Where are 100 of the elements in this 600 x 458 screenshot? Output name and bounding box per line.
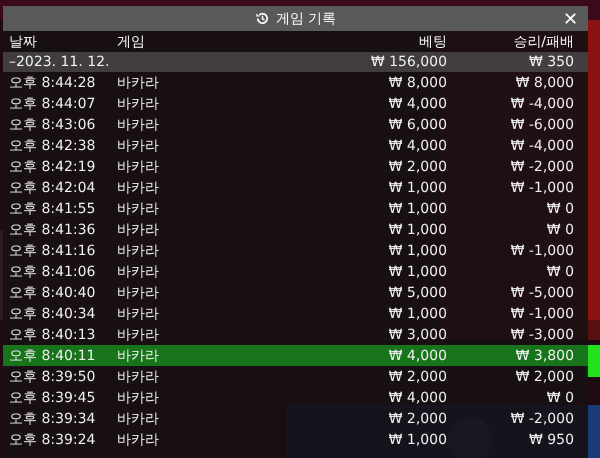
game-cell-text: 바카라 <box>117 74 160 92</box>
table-row[interactable]: 오후 8:44:28 바카라 ₩ 8,000 ₩ 8,000 <box>3 72 588 93</box>
result-cell-text: ₩ -4,000 <box>510 96 574 112</box>
history-icon <box>254 11 270 26</box>
time-cell-text: 오후 8:40:11 <box>9 346 96 364</box>
table-row[interactable]: 오후 8:40:13 바카라 ₩ 3,000 ₩ -3,000 <box>3 324 588 345</box>
table-row[interactable]: 오후 8:42:19 바카라 ₩ 2,000 ₩ -2,000 <box>3 156 588 177</box>
bet-cell-text: ₩ 4,000 <box>388 96 447 112</box>
game-cell-text: 바카라 <box>117 430 160 448</box>
result-cell-text: ₩ -4,000 <box>510 138 574 154</box>
game-cell-text: 바카라 <box>117 178 160 196</box>
column-header: 베팅 <box>418 32 447 50</box>
game-cell-text: 바카라 <box>117 136 160 154</box>
table-row[interactable]: 오후 8:39:24 바카라 ₩ 1,000 ₩ 950 <box>3 429 588 450</box>
table-row[interactable]: 오후 8:41:36 바카라 ₩ 1,000 ₩ 0 <box>3 219 588 240</box>
time-cell-text: 오후 8:44:07 <box>9 94 96 112</box>
table-row[interactable]: 오후 8:41:06 바카라 ₩ 1,000 ₩ 0 <box>3 261 588 282</box>
game-cell-text: 바카라 <box>117 304 160 322</box>
result-cell-text: ₩ 0 <box>546 200 574 216</box>
bet-cell-text: ₩ 1,000 <box>388 264 447 280</box>
bet-cell-text: ₩ 4,000 <box>388 390 447 406</box>
time-cell-text: 오후 8:41:16 <box>9 242 96 260</box>
table-row[interactable]: 오후 8:39:45 바카라 ₩ 4,000 ₩ 0 <box>3 387 588 408</box>
bet-cell-text: ₩ 4,000 <box>388 138 447 154</box>
result-cell-text: ₩ 0 <box>546 222 574 238</box>
game-cell-text: 바카라 <box>117 346 160 364</box>
result-cell-text: ₩ 2,000 <box>514 368 574 384</box>
bet-cell-text: ₩ 1,000 <box>388 200 447 216</box>
table-row[interactable]: 오후 8:42:38 바카라 ₩ 4,000 ₩ -4,000 <box>3 135 588 156</box>
game-cell-text: 바카라 <box>117 242 160 260</box>
time-cell-text: 오후 8:40:13 <box>9 326 96 344</box>
result-cell-text: ₩ -1,000 <box>510 306 574 322</box>
game-cell-text: 바카라 <box>117 326 160 344</box>
time-cell-text: 오후 8:39:50 <box>9 368 96 386</box>
time-cell-text: 오후 8:39:45 <box>9 388 96 406</box>
game-cell-text: 바카라 <box>117 262 160 280</box>
bet-cell-text: ₩ 3,000 <box>388 326 447 342</box>
bet-cell-text: ₩ 2,000 <box>388 158 447 174</box>
game-cell-text: 바카라 <box>117 410 160 428</box>
result-cell-text: ₩ 0 <box>546 390 574 406</box>
bet-cell-text: ₩ 6,000 <box>388 116 447 132</box>
game-cell-text: 바카라 <box>117 220 160 238</box>
game-cell-text: 바카라 <box>117 158 160 176</box>
bet-cell-text: ₩ 5,000 <box>388 284 447 300</box>
table-row[interactable]: 오후 8:41:16 바카라 ₩ 1,000 ₩ -1,000 <box>3 240 588 261</box>
time-cell-text: 오후 8:43:06 <box>9 116 96 134</box>
column-header: 날짜 <box>9 32 38 50</box>
close-button[interactable]: ✕ <box>559 7 582 31</box>
time-cell-text: 오후 8:39:24 <box>9 430 96 448</box>
bet-cell-text: ₩ 4,000 <box>388 348 447 364</box>
game-cell-text: 바카라 <box>117 388 160 406</box>
time-cell-text: 오후 8:42:38 <box>9 136 96 154</box>
bet-total-cell-text: ₩ 156,000 <box>370 54 447 70</box>
result-cell-text: ₩ -6,000 <box>510 116 574 132</box>
table-row[interactable]: 오후 8:40:40 바카라 ₩ 5,000 ₩ -5,000 <box>3 282 588 303</box>
bet-cell-text: ₩ 1,000 <box>388 222 447 238</box>
game-cell-text: 바카라 <box>117 200 160 218</box>
game-cell-text: 바카라 <box>117 284 160 302</box>
time-cell-text: 오후 8:41:06 <box>9 262 96 280</box>
bet-cell-text: ₩ 1,000 <box>388 242 447 258</box>
column-header: 승리/패배 <box>512 32 574 50</box>
time-cell-text: 오후 8:41:55 <box>9 200 96 218</box>
date-cell-text: –2023. 11. 12. <box>9 54 111 70</box>
result-cell-text: ₩ -5,000 <box>510 284 574 300</box>
time-cell-text: 오후 8:44:28 <box>9 74 96 92</box>
time-cell-text: 오후 8:41:36 <box>9 220 96 238</box>
table-row[interactable]: 오후 8:40:34 바카라 ₩ 1,000 ₩ -1,000 <box>3 303 588 324</box>
table-row[interactable]: 오후 8:44:07 바카라 ₩ 4,000 ₩ -4,000 <box>3 93 588 114</box>
time-cell-text: 오후 8:42:04 <box>9 178 96 196</box>
result-cell-text: ₩ -1,000 <box>510 242 574 258</box>
bet-cell-text: ₩ 1,000 <box>388 432 447 448</box>
game-cell-text: 바카라 <box>117 94 160 112</box>
result-cell-text: ₩ 0 <box>546 264 574 280</box>
game-cell-text: 바카라 <box>117 116 160 134</box>
table-row[interactable]: 오후 8:42:04 바카라 ₩ 1,000 ₩ -1,000 <box>3 177 588 198</box>
table-row[interactable]: 오후 8:43:06 바카라 ₩ 6,000 ₩ -6,000 <box>3 114 588 135</box>
result-cell-text: ₩ 3,800 <box>514 348 574 364</box>
game-cell-text: 바카라 <box>117 368 160 386</box>
time-cell-text: 오후 8:39:34 <box>9 410 96 428</box>
time-cell-text: 오후 8:40:40 <box>9 284 96 302</box>
table-row[interactable]: 오후 8:40:11 바카라 ₩ 4,000 ₩ 3,800 <box>3 345 588 366</box>
result-cell-text: ₩ -2,000 <box>510 410 574 426</box>
bet-cell-text: ₩ 2,000 <box>388 410 447 426</box>
result-cell-text: ₩ -2,000 <box>510 158 574 174</box>
time-cell-text: 오후 8:42:19 <box>9 158 96 176</box>
table-row[interactable]: 오후 8:39:50 바카라 ₩ 2,000 ₩ 2,000 <box>3 366 588 387</box>
bet-cell-text: ₩ 2,000 <box>388 368 447 384</box>
column-header: 게임 <box>117 32 146 50</box>
table-row[interactable]: 오후 8:39:34 바카라 ₩ 2,000 ₩ -2,000 <box>3 408 588 429</box>
result-cell-text: ₩ 8,000 <box>514 74 574 90</box>
table-row[interactable]: 오후 8:41:55 바카라 ₩ 1,000 ₩ 0 <box>3 198 588 219</box>
result-cell-text: ₩ 950 <box>528 432 574 448</box>
bet-cell-text: ₩ 1,000 <box>388 180 447 196</box>
bet-cell-text: ₩ 1,000 <box>388 306 447 322</box>
bet-cell-text: ₩ 8,000 <box>388 74 447 90</box>
dialog-title: 게임 기록 <box>276 10 336 28</box>
result-total-cell-text: ₩ 350 <box>528 54 574 70</box>
time-cell-text: 오후 8:40:34 <box>9 304 96 322</box>
result-cell-text: ₩ -3,000 <box>510 326 574 342</box>
result-cell-text: ₩ -1,000 <box>510 180 574 196</box>
